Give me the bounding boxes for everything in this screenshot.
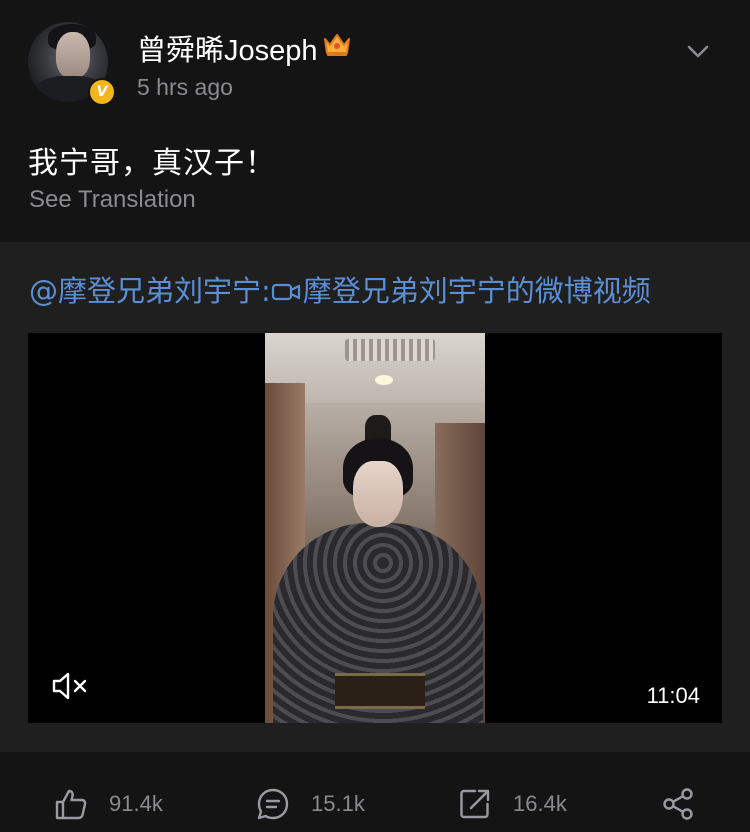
frame-vent <box>345 339 435 361</box>
comment-icon <box>257 788 289 820</box>
repost-button[interactable]: 16.4k <box>457 786 567 822</box>
avatar-face <box>56 32 90 78</box>
repost-line: @摩登兄弟刘宇宁: 摩登兄弟刘宇宁的微博视频 <box>29 268 651 310</box>
video-frame <box>265 333 485 723</box>
crown-icon <box>324 34 350 56</box>
like-count: 91.4k <box>109 791 163 816</box>
like-icon <box>55 789 87 820</box>
see-translation-link[interactable]: See Translation <box>29 186 196 214</box>
repost-mention-link[interactable]: @摩登兄弟刘宇宁: <box>29 274 271 308</box>
verified-badge: V <box>88 78 116 106</box>
frame-face <box>353 461 403 527</box>
comment-button[interactable]: 15.1k <box>255 786 365 822</box>
frame-belt <box>335 673 425 709</box>
username[interactable]: 曾舜晞Joseph <box>137 27 318 69</box>
like-button[interactable]: 91.4k <box>53 786 163 822</box>
frame-light <box>375 375 393 385</box>
video-player[interactable]: 11:04 <box>28 333 722 723</box>
post-header: V 曾舜晞Joseph 5 hrs ago 我宁哥，真汉子！ See Trans… <box>0 0 750 242</box>
post-timestamp: 5 hrs ago <box>137 74 233 100</box>
post-text: 我宁哥，真汉子！ <box>28 146 276 181</box>
comment-count: 15.1k <box>311 791 365 816</box>
action-bar: 91.4k 15.1k 16.4k <box>0 752 750 832</box>
repost-icon <box>460 789 490 819</box>
video-camera-icon <box>271 283 300 301</box>
chevron-down-icon[interactable] <box>683 36 713 66</box>
share-button[interactable] <box>660 786 696 822</box>
video-duration: 11:04 <box>646 683 700 708</box>
repost-card[interactable]: @摩登兄弟刘宇宁: 摩登兄弟刘宇宁的微博视频 11:04 <box>0 242 750 752</box>
video-title-link[interactable]: 摩登兄弟刘宇宁的微博视频 <box>303 274 651 308</box>
mute-icon[interactable] <box>50 669 90 703</box>
repost-count: 16.4k <box>513 791 567 816</box>
share-icon <box>663 788 693 820</box>
